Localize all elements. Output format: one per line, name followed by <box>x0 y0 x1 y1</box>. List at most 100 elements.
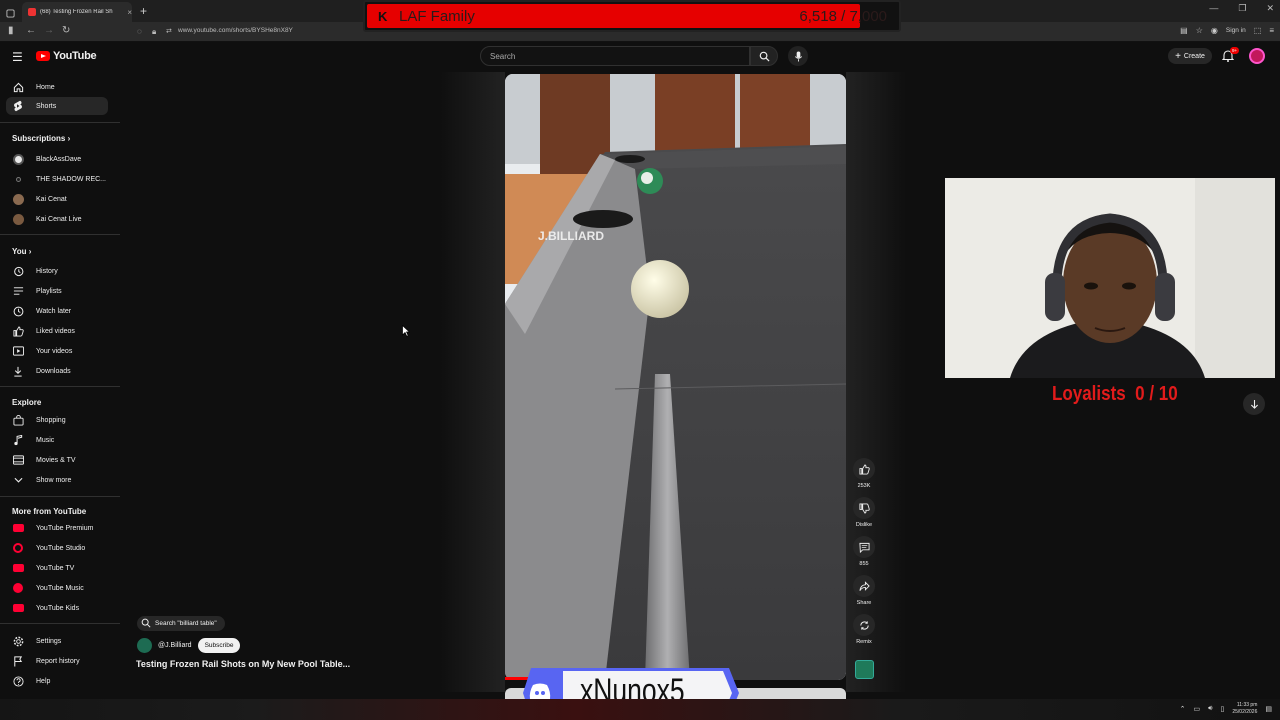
sidebar-item-shorts[interactable]: Shorts <box>6 97 108 115</box>
youtube-play-icon <box>36 51 50 61</box>
loyalists-count: 0 / 10 <box>1135 383 1178 405</box>
tab-close-icon[interactable]: × <box>127 8 132 17</box>
sidebar-item-help[interactable]: Help <box>6 672 108 690</box>
thumbs-up-icon <box>858 463 870 475</box>
gear-icon <box>12 635 24 647</box>
sidebar-item-downloads[interactable]: Downloads <box>6 362 108 380</box>
sidebar-item-playlists[interactable]: Playlists <box>6 282 108 300</box>
sidebar-item-movies-tv[interactable]: Movies & TV <box>6 451 108 469</box>
subscriptions-heading[interactable]: Subscriptions › <box>12 134 70 143</box>
more-from-youtube-heading: More from YouTube <box>12 507 87 516</box>
new-tab-button[interactable]: + <box>140 4 147 18</box>
channel-handle[interactable]: @J.Billiard <box>158 642 192 649</box>
sidebar-item-youtube-kids[interactable]: YouTube Kids <box>6 599 108 617</box>
forward-icon[interactable]: → <box>44 25 54 36</box>
volume-icon[interactable]: 🔊︎ <box>1208 705 1212 713</box>
pool-table-video-frame: J.BILLIARD <box>505 74 846 680</box>
site-settings-icon[interactable]: ⇄ <box>166 27 172 35</box>
share-label: Share <box>856 600 872 606</box>
comments-button[interactable]: 855 <box>853 536 875 567</box>
minimize-button[interactable]: — <box>1209 3 1218 14</box>
channel-avatar[interactable] <box>137 637 152 653</box>
sidebar-item-home[interactable]: Home <box>6 78 108 96</box>
youtube-premium-icon <box>12 522 24 534</box>
browser-menu-button[interactable]: ≡ <box>1269 26 1274 35</box>
sidebar-item-watch-later[interactable]: Watch later <box>6 302 108 320</box>
maximize-button[interactable]: ❐ <box>1238 3 1246 14</box>
tray-clock[interactable]: 11:33 pm 25/02/2026 <box>1232 702 1257 716</box>
sidebar-item-music[interactable]: Music <box>6 431 108 449</box>
voice-search-button[interactable] <box>788 46 808 66</box>
tab-title: (68) Testing Frozen Rail Sh <box>40 9 113 15</box>
mouse-cursor-icon <box>402 325 410 337</box>
home-icon <box>12 81 24 93</box>
tray-overflow-icon[interactable]: ⌃ <box>1180 705 1186 713</box>
sidebar-divider <box>0 496 120 497</box>
share-button[interactable]: Share <box>853 575 875 606</box>
movies-icon <box>12 454 24 466</box>
dislike-label: Dislike <box>855 522 873 528</box>
sidebar-item-youtube-premium[interactable]: YouTube Premium <box>6 519 108 537</box>
sidebar-item-subscription[interactable]: THE SHADOW REC... <box>6 170 108 188</box>
close-window-button[interactable]: ✕ <box>1266 3 1274 14</box>
battery-icon[interactable]: ▯ <box>1220 705 1224 713</box>
streamer-webcam <box>945 178 1275 378</box>
search-input[interactable]: Search <box>480 46 750 66</box>
remix-icon <box>859 620 869 630</box>
short-title[interactable]: Testing Frozen Rail Shots on My New Pool… <box>136 659 350 669</box>
sidebar-item-show-more[interactable]: Show more <box>6 471 108 489</box>
sidebar-item-liked-videos[interactable]: Liked videos <box>6 322 108 340</box>
create-button[interactable]: + Create <box>1168 48 1212 64</box>
flag-icon <box>12 655 24 667</box>
sidebar-item-subscription[interactable]: Kai Cenat Live <box>6 210 108 228</box>
shorts-video-player[interactable]: J.BILLIARD <box>505 74 846 680</box>
dislike-button[interactable]: Dislike <box>853 497 875 528</box>
browser-menu-icon[interactable] <box>6 5 15 23</box>
notification-badge: 9+ <box>1230 47 1240 54</box>
hamburger-menu-icon[interactable]: ☰ <box>12 50 23 64</box>
sidebar-item-settings[interactable]: Settings <box>6 632 108 650</box>
sidebar-item-youtube-music[interactable]: YouTube Music <box>6 579 108 597</box>
youtube-logo[interactable]: YouTube <box>36 50 97 62</box>
sidebar-toggle-icon[interactable]: ▮ <box>8 25 14 36</box>
search-button[interactable] <box>750 46 778 66</box>
reader-view-icon[interactable]: ▤ <box>1180 26 1188 35</box>
window-controls: — ❐ ✕ <box>1209 3 1274 14</box>
related-search-chip[interactable]: Search "billiard table" <box>137 616 225 631</box>
channel-sound-thumbnail[interactable] <box>855 660 874 679</box>
you-heading[interactable]: You › <box>12 247 31 256</box>
shopping-icon <box>12 414 24 426</box>
music-icon <box>12 434 24 446</box>
shield-icon[interactable]: ◌ <box>137 27 142 36</box>
bookmark-star-icon[interactable]: ☆ <box>1196 26 1203 35</box>
account-icon[interactable]: ◉ <box>1211 26 1218 35</box>
channel-avatar <box>12 213 24 225</box>
extensions-icon[interactable]: ⬚ <box>1254 26 1262 35</box>
sign-in-label[interactable]: Sign in <box>1226 27 1246 34</box>
back-icon[interactable]: ← <box>26 25 36 36</box>
sidebar-item-subscription[interactable]: BlackAssDave <box>6 150 108 168</box>
account-avatar[interactable] <box>1249 48 1265 64</box>
sidebar-item-youtube-studio[interactable]: YouTube Studio <box>6 539 108 557</box>
url-text[interactable]: www.youtube.com/shorts/BYSHe8nX8Y <box>178 27 293 34</box>
streamer-face-image <box>945 178 1275 378</box>
next-short-button[interactable] <box>1243 393 1265 415</box>
chevron-right-icon: › <box>67 134 71 143</box>
like-button[interactable]: 253K <box>853 458 875 489</box>
reload-icon[interactable]: ↻ <box>62 25 70 36</box>
sidebar-item-youtube-tv[interactable]: YouTube TV <box>6 559 108 577</box>
sidebar-item-subscription[interactable]: Kai Cenat <box>6 190 108 208</box>
comment-icon <box>858 542 870 553</box>
sidebar-item-your-videos[interactable]: Your videos <box>6 342 108 360</box>
sidebar-item-history[interactable]: History <box>6 262 108 280</box>
sidebar-item-shopping[interactable]: Shopping <box>6 411 108 429</box>
notifications-tray-icon[interactable]: ▤ <box>1265 705 1272 713</box>
sidebar-item-report-history[interactable]: Report history <box>6 652 108 670</box>
lock-icon[interactable]: 🔒︎ <box>152 27 156 37</box>
network-icon[interactable]: ▭ <box>1193 705 1200 713</box>
youtube-favicon-icon <box>28 8 36 16</box>
channel-avatar <box>12 173 24 185</box>
browser-tab[interactable]: (68) Testing Frozen Rail Sh × <box>22 2 132 22</box>
subscribe-button[interactable]: Subscribe <box>197 637 241 653</box>
remix-button[interactable]: Remix <box>853 614 875 645</box>
